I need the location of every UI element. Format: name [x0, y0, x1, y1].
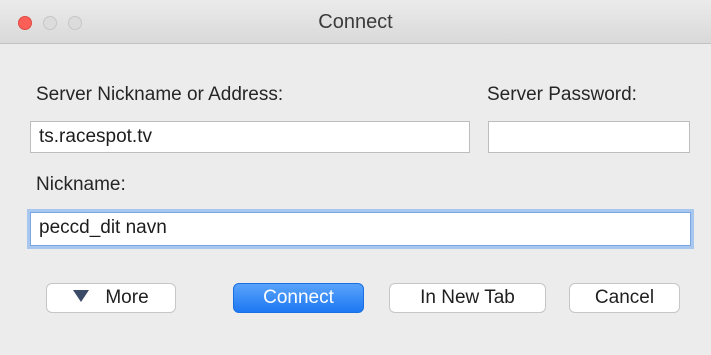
- in-new-tab-button[interactable]: In New Tab: [389, 283, 546, 313]
- window-title: Connect: [318, 11, 393, 33]
- nickname-label: Nickname:: [36, 174, 126, 195]
- connect-dialog: Connect Server Nickname or Address: Serv…: [0, 0, 711, 355]
- server-label: Server Nickname or Address:: [36, 84, 284, 105]
- connect-button[interactable]: Connect: [233, 283, 364, 313]
- cancel-button[interactable]: Cancel: [569, 283, 680, 313]
- server-address-input[interactable]: ts.racespot.tv: [30, 121, 470, 153]
- title-bar: Connect: [0, 0, 711, 44]
- nickname-input[interactable]: peccd_dit navn: [30, 212, 691, 246]
- password-label: Server Password:: [487, 84, 637, 105]
- server-password-input[interactable]: [488, 121, 690, 153]
- more-button[interactable]: More: [46, 283, 176, 313]
- more-button-label: More: [105, 287, 149, 308]
- triangle-down-icon: [73, 289, 90, 302]
